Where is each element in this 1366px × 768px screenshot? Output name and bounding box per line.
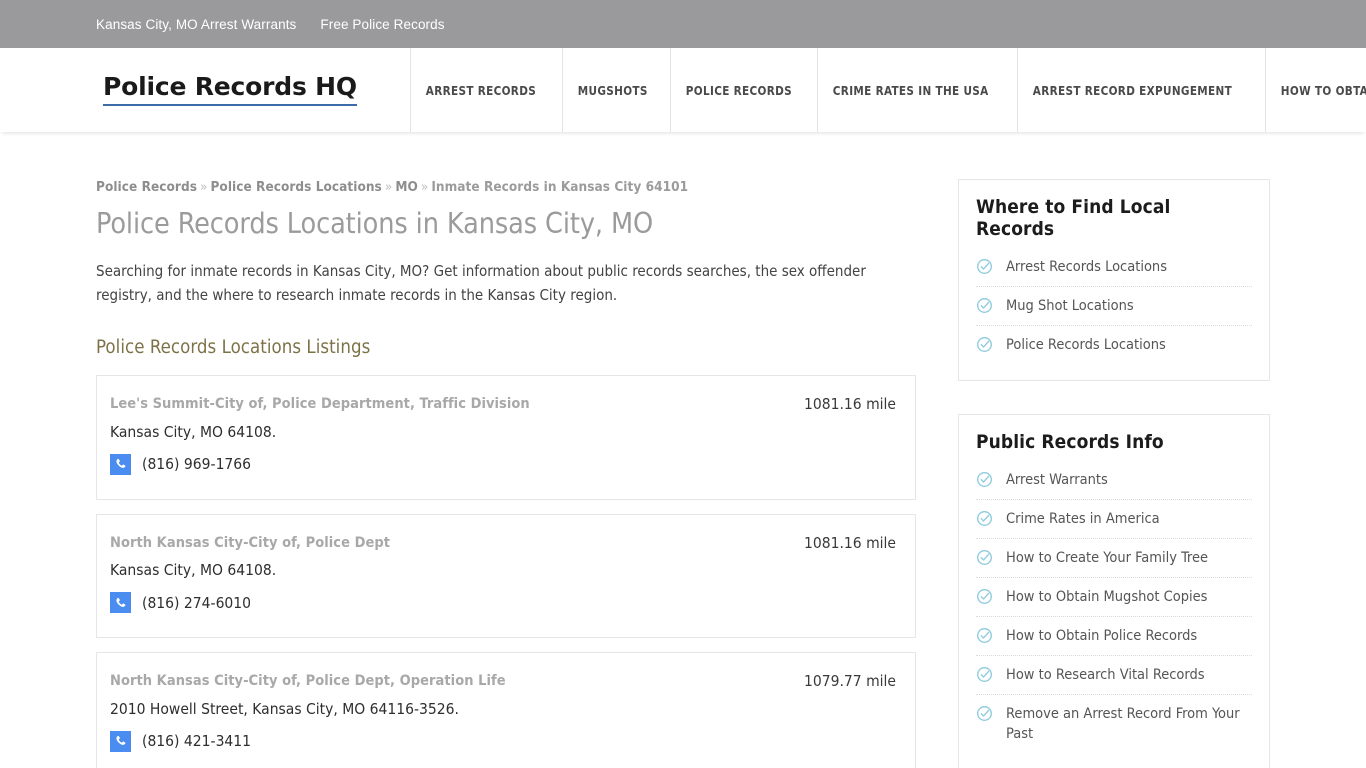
nav-item-arrest-records[interactable]: ARREST RECORDS xyxy=(410,48,551,132)
list-item[interactable]: How to Research Vital Records xyxy=(976,656,1252,695)
breadcrumb-separator: » xyxy=(199,179,208,195)
listings-section-heading: Police Records Locations Listings xyxy=(96,337,371,359)
check-circle-icon xyxy=(976,549,993,566)
listing-distance: 1081.16 mile xyxy=(804,395,896,414)
listing-card[interactable]: Lee's Summit-City of, Police Department,… xyxy=(96,375,916,500)
list-item[interactable]: Mug Shot Locations xyxy=(976,287,1252,326)
topbar-link-free-police-records[interactable]: Free Police Records xyxy=(320,17,444,32)
listing-phone-row: (816) 274-6010 xyxy=(110,592,898,614)
sidebar: Where to Find Local Records Arrest Recor… xyxy=(958,179,1270,768)
top-utility-bar: Kansas City, MO Arrest Warrants Free Pol… xyxy=(0,0,1366,48)
widget-link-list: Arrest Records Locations Mug Shot Locati… xyxy=(976,248,1252,364)
breadcrumb-item-mo[interactable]: MO xyxy=(395,179,418,195)
check-circle-icon xyxy=(976,471,993,488)
sidebar-link[interactable]: Arrest Warrants xyxy=(1006,470,1108,490)
listing-distance: 1079.77 mile xyxy=(804,672,896,691)
list-item[interactable]: How to Create Your Family Tree xyxy=(976,539,1252,578)
breadcrumb-separator: » xyxy=(420,179,429,195)
widget-title: Public Records Info xyxy=(976,431,1164,453)
nav-item-mugshots[interactable]: MUGSHOTS xyxy=(561,48,663,132)
breadcrumb-separator: » xyxy=(384,179,393,195)
site-logo[interactable]: Police Records HQ xyxy=(103,74,357,106)
phone-icon xyxy=(110,592,131,614)
main-content-column: Police Records» Police Records Locations»… xyxy=(96,179,916,768)
listing-card[interactable]: North Kansas City-City of, Police Dept 1… xyxy=(96,513,916,639)
listing-header-row: North Kansas City-City of, Police Dept, … xyxy=(110,673,898,690)
check-circle-icon xyxy=(976,510,993,527)
check-circle-icon xyxy=(976,705,993,722)
breadcrumb: Police Records» Police Records Locations»… xyxy=(96,179,916,195)
sidebar-link[interactable]: Crime Rates in America xyxy=(1006,509,1160,529)
nav-item-arrest-record-expungement[interactable]: ARREST RECORD EXPUNGEMENT xyxy=(1017,48,1247,132)
nav-item-police-records[interactable]: POLICE RECORDS xyxy=(669,48,807,132)
list-item[interactable]: How to Obtain Mugshot Copies xyxy=(976,578,1252,617)
check-circle-icon xyxy=(976,297,993,314)
check-circle-icon xyxy=(976,627,993,644)
sidebar-link[interactable]: Police Records Locations xyxy=(1006,335,1166,355)
listing-address: Kansas City, MO 64108. xyxy=(110,561,277,580)
listing-name[interactable]: Lee's Summit-City of, Police Department,… xyxy=(110,396,530,413)
check-circle-icon xyxy=(976,666,993,683)
topbar-link-arrest-warrants[interactable]: Kansas City, MO Arrest Warrants xyxy=(96,17,296,32)
sidebar-link[interactable]: How to Research Vital Records xyxy=(1006,665,1205,685)
listing-phone-row: (816) 969-1766 xyxy=(110,453,898,475)
breadcrumb-item-police-records[interactable]: Police Records xyxy=(96,179,197,195)
page-title: Police Records Locations in Kansas City,… xyxy=(96,207,654,240)
listing-phone-number[interactable]: (816) 274-6010 xyxy=(142,594,251,612)
main-navigation: ARREST RECORDS MUGSHOTS POLICE RECORDS C… xyxy=(410,48,1366,132)
sidebar-link[interactable]: Arrest Records Locations xyxy=(1006,257,1167,277)
logo-container: Police Records HQ xyxy=(0,48,410,132)
breadcrumb-item-current: Inmate Records in Kansas City 64101 xyxy=(431,179,689,195)
list-item[interactable]: Remove an Arrest Record From Your Past xyxy=(976,695,1252,753)
list-item[interactable]: Arrest Warrants xyxy=(976,461,1252,500)
widget-link-list: Arrest Warrants Crime Rates in America H… xyxy=(976,461,1252,753)
sidebar-link[interactable]: How to Obtain Police Records xyxy=(1006,626,1197,646)
sidebar-link[interactable]: Mug Shot Locations xyxy=(1006,296,1134,316)
listing-distance: 1081.16 mile xyxy=(804,533,896,552)
listing-card[interactable]: North Kansas City-City of, Police Dept, … xyxy=(96,652,916,768)
page-intro-paragraph: Searching for inmate records in Kansas C… xyxy=(96,261,866,305)
sidebar-link[interactable]: How to Create Your Family Tree xyxy=(1006,548,1208,568)
sidebar-link[interactable]: How to Obtain Mugshot Copies xyxy=(1006,587,1207,607)
listing-address: Kansas City, MO 64108. xyxy=(110,422,277,441)
listing-header-row: Lee's Summit-City of, Police Department,… xyxy=(110,396,898,413)
widget-title: Where to Find Local Records xyxy=(976,196,1171,240)
sidebar-widget-public-records-info: Public Records Info Arrest Warrants Crim… xyxy=(958,414,1270,768)
list-item[interactable]: How to Obtain Police Records xyxy=(976,617,1252,656)
check-circle-icon xyxy=(976,258,993,275)
listing-phone-row: (816) 421-3411 xyxy=(110,730,898,752)
nav-item-how-to-obtain-public-records[interactable]: HOW TO OBTAIN PUBLIC RECORDS xyxy=(1264,48,1366,132)
site-header: Police Records HQ ARREST RECORDS MUGSHOT… xyxy=(0,48,1366,132)
list-item[interactable]: Police Records Locations xyxy=(976,326,1252,364)
check-circle-icon xyxy=(976,336,993,353)
phone-icon xyxy=(110,453,131,475)
listing-address: 2010 Howell Street, Kansas City, MO 6411… xyxy=(110,699,459,718)
listing-name[interactable]: North Kansas City-City of, Police Dept, … xyxy=(110,673,506,690)
listing-name[interactable]: North Kansas City-City of, Police Dept xyxy=(110,535,390,552)
nav-item-crime-rates-in-the-usa[interactable]: CRIME RATES IN THE USA xyxy=(816,48,1003,132)
sidebar-widget-where-to-find-local-records: Where to Find Local Records Arrest Recor… xyxy=(958,179,1270,381)
page-body: Police Records» Police Records Locations»… xyxy=(0,132,1366,768)
list-item[interactable]: Crime Rates in America xyxy=(976,500,1252,539)
listing-header-row: North Kansas City-City of, Police Dept 1… xyxy=(110,533,898,552)
phone-icon xyxy=(110,730,131,752)
breadcrumb-item-police-records-locations[interactable]: Police Records Locations xyxy=(210,179,381,195)
sidebar-link[interactable]: Remove an Arrest Record From Your Past xyxy=(1006,704,1252,744)
listing-phone-number[interactable]: (816) 421-3411 xyxy=(142,732,251,750)
check-circle-icon xyxy=(976,588,993,605)
listing-phone-number[interactable]: (816) 969-1766 xyxy=(142,455,251,473)
list-item[interactable]: Arrest Records Locations xyxy=(976,248,1252,287)
